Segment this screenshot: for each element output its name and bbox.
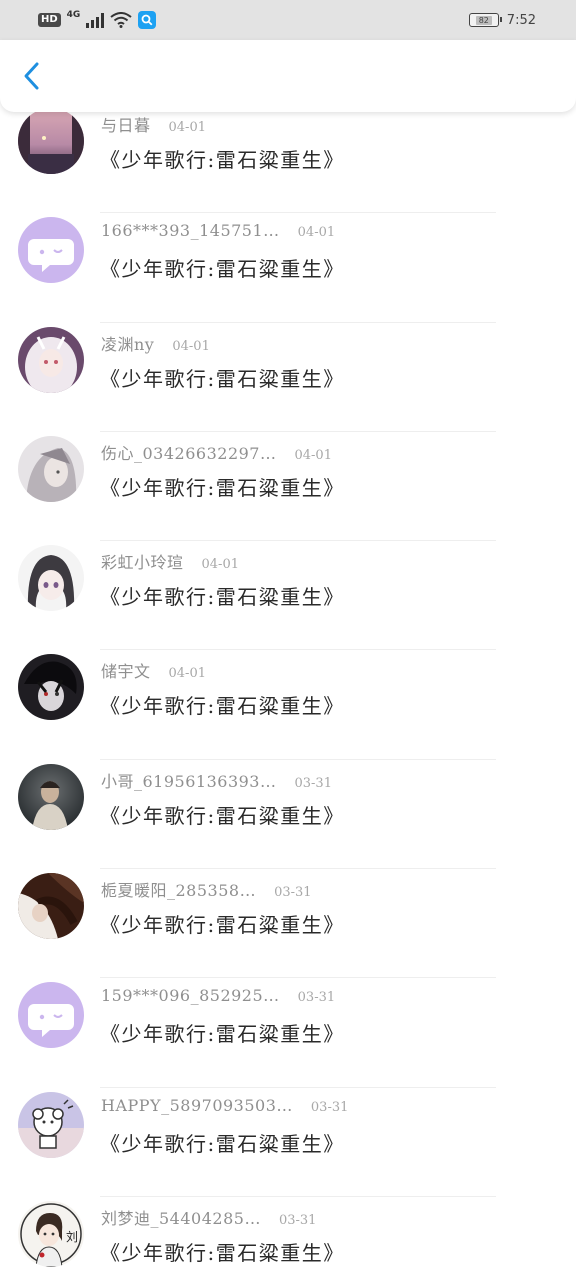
list-item[interactable]: 彩虹小玲瑄 04-01 《少年歌行:雷石粱重生》 [0,541,576,651]
item-meta: 储宇文 04-01 [101,658,206,682]
item-meta: 伤心_03426632297… 04-01 [101,440,332,464]
date: 04-01 [168,120,206,135]
status-left: HD 4G [38,10,157,29]
avatar-label: 刘 [66,1230,78,1244]
wifi-icon [110,12,132,28]
list-item[interactable]: 凌渊ny 04-01 《少年歌行:雷石粱重生》 [0,323,576,432]
list-item[interactable]: 伤心_03426632297… 04-01 《少年歌行:雷石粱重生》 [0,432,576,542]
avatar[interactable] [18,873,84,940]
avatar[interactable] [18,1091,84,1158]
username[interactable]: 凌渊ny [101,331,154,355]
comment-text[interactable]: 《少年歌行:雷石粱重生》 [100,144,345,173]
list-item[interactable]: 储宇文 04-01 《少年歌行:雷石粱重生》 [0,650,576,760]
username[interactable]: 159***096_852925… [101,986,280,1005]
date: 04-01 [201,557,239,573]
clock: 7:52 [506,12,536,28]
item-meta: 栀夏暖阳_285358… 03-31 [101,877,312,901]
item-meta: 刘梦迪_54404285… 03-31 [101,1205,316,1229]
username[interactable]: 伤心_03426632297… [101,440,276,464]
header-bar [0,40,576,112]
date: 04-01 [168,666,206,682]
avatar[interactable] [18,217,84,284]
comment-text[interactable]: 《少年歌行:雷石粱重生》 [100,800,345,829]
comment-text[interactable]: 《少年歌行:雷石粱重生》 [100,363,345,392]
comment-text[interactable]: 《少年歌行:雷石粱重生》 [100,1018,345,1047]
avatar[interactable] [18,654,84,721]
comment-list: 与日暮 04-01 《少年歌行:雷石粱重生》 166***393_145751…… [0,104,576,1280]
avatar[interactable] [18,545,84,612]
network-type: 4G [66,10,81,20]
item-meta: 159***096_852925… 03-31 [101,986,335,1005]
username[interactable]: 166***393_145751… [101,221,280,240]
avatar[interactable] [18,108,84,174]
comment-text[interactable]: 《少年歌行:雷石粱重生》 [100,1128,345,1157]
list-item[interactable]: 166***393_145751… 04-01 《少年歌行:雷石粱重生》 [0,213,576,323]
date: 03-31 [278,1212,317,1228]
date: 04-01 [294,447,332,463]
list-item[interactable]: 栀夏暖阳_285358… 03-31 《少年歌行:雷石粱重生》 [0,869,576,979]
username[interactable]: 刘梦迪_54404285… [101,1205,261,1229]
username[interactable]: 栀夏暖阳_285358… [101,877,256,901]
date: 04-01 [297,225,336,241]
status-right: 82 7:52 [468,12,536,28]
date: 03-31 [297,990,336,1006]
comment-text[interactable]: 《少年歌行:雷石粱重生》 [100,253,345,282]
avatar[interactable]: 刘 [18,1200,84,1267]
date: 03-31 [294,775,332,791]
username[interactable]: 小哥_61956136393… [101,768,276,792]
list-item[interactable]: 159***096_852925… 03-31 《少年歌行:雷石粱重生》 [0,978,576,1088]
item-meta: 166***393_145751… 04-01 [101,221,335,240]
username[interactable]: 与日暮 [101,112,151,136]
list-item[interactable]: 与日暮 04-01 《少年歌行:雷石粱重生》 [0,104,576,214]
avatar[interactable] [18,982,84,1049]
item-meta: HAPPY_5897093503… 03-31 [101,1096,348,1115]
signal-icon [86,12,105,28]
comment-text[interactable]: 《少年歌行:雷石粱重生》 [100,581,345,610]
date: 03-31 [310,1099,349,1115]
comment-text[interactable]: 《少年歌行:雷石粱重生》 [100,1237,345,1266]
avatar[interactable] [18,326,84,393]
list-item[interactable]: HAPPY_5897093503… 03-31 《少年歌行:雷石粱重生》 [0,1088,576,1197]
search-app-icon [138,11,157,29]
date: 03-31 [274,885,312,901]
comment-text[interactable]: 《少年歌行:雷石粱重生》 [100,690,345,719]
status-bar: HD 4G 82 7:52 [0,0,576,40]
comment-list-screen: HD 4G 82 7:52 与日暮 04-01 《少年歌行:雷石粱重生》 166… [0,0,576,1280]
item-meta: 与日暮 04-01 [101,112,206,136]
comment-text[interactable]: 《少年歌行:雷石粱重生》 [100,909,345,938]
item-meta: 小哥_61956136393… 03-31 [101,768,332,792]
hd-badge: HD [38,13,61,27]
list-item[interactable]: 小哥_61956136393… 03-31 《少年歌行:雷石粱重生》 [0,760,576,870]
item-meta: 凌渊ny 04-01 [101,331,210,355]
date: 04-01 [172,338,210,354]
battery-icon: 82 [468,13,502,27]
item-meta: 彩虹小玲瑄 04-01 [101,549,239,573]
avatar[interactable] [18,435,84,502]
comment-text[interactable]: 《少年歌行:雷石粱重生》 [100,472,345,501]
username[interactable]: 彩虹小玲瑄 [101,549,184,573]
battery-level: 82 [475,15,492,25]
chevron-left-icon [24,62,39,90]
username[interactable]: 储宇文 [101,658,151,682]
username[interactable]: HAPPY_5897093503… [101,1096,293,1115]
back-button[interactable] [14,58,50,94]
list-item[interactable]: 刘 刘梦迪_54404285… 03-31 《少年歌行:雷石粱重生》 [0,1197,576,1280]
avatar[interactable] [18,763,84,830]
